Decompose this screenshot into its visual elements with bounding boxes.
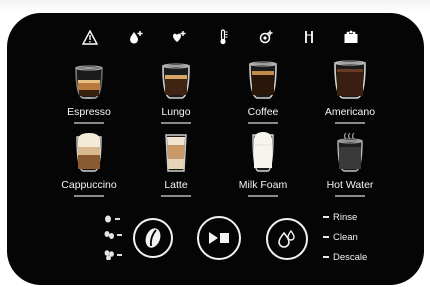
grounds-container-icon [340,26,362,48]
strength-dash [117,234,122,236]
drink-underline [335,122,365,124]
strength-button[interactable] [133,218,173,258]
water-refill-icon [125,26,147,48]
drink-underline [161,195,191,197]
option-dash [323,236,329,238]
option-rinse[interactable]: Rinse [323,211,357,223]
strength-level-3 [104,250,122,260]
option-label: Clean [333,231,358,243]
strength-level-1 [104,214,120,224]
drink-label: Lungo [161,106,191,118]
drink-milk-foam[interactable]: Milk Foam [218,132,308,203]
drink-label: Coffee [247,106,279,118]
lungo-icon [152,60,200,100]
option-dash [323,216,329,218]
strength-level-2 [104,230,122,240]
maintenance-button[interactable] [266,218,308,260]
cleaning-icon [255,26,277,48]
bean-refill-icon [168,26,190,48]
drink-americano[interactable]: Americano [305,60,395,130]
coffee-icon [239,60,287,100]
drink-label: Espresso [67,106,111,118]
drink-label: Hot Water [326,179,374,191]
drink-cappuccino[interactable]: Cappuccino [44,133,134,203]
bean-dots-icon [104,250,114,260]
option-dash [323,256,329,258]
drink-coffee[interactable]: Coffee [218,60,308,130]
drink-underline [74,195,104,197]
drink-espresso[interactable]: Espresso [44,60,134,130]
control-panel: Espresso Lungo Coffee Americano Cappucci… [7,13,424,285]
drink-lungo[interactable]: Lungo [131,60,221,130]
drink-label: Cappuccino [61,179,117,191]
start-stop-button[interactable] [197,216,241,260]
warning-icon [79,26,101,48]
drink-label: Latte [164,179,188,191]
drink-underline [161,122,191,124]
option-label: Descale [333,251,368,263]
milk-foam-icon [239,132,287,173]
drink-label: Milk Foam [238,179,288,191]
cappuccino-icon [65,133,113,173]
drink-hot-water[interactable]: Hot Water [305,132,395,203]
espresso-icon [65,60,113,100]
hot-water-icon [326,132,374,173]
drink-underline [335,195,365,197]
option-descale[interactable]: Descale [323,251,367,263]
temperature-icon [212,26,234,48]
bean-dots-icon [104,231,114,239]
top-fade [0,0,430,14]
drink-latte[interactable]: Latte [131,133,221,203]
drink-underline [248,122,278,124]
americano-icon [326,60,374,100]
strength-dash [115,218,120,220]
drink-label: Americano [324,106,376,118]
water-drops-icon [278,230,295,248]
drink-underline [248,195,278,197]
coffee-bean-icon [145,228,161,248]
option-label: Rinse [333,211,358,223]
play-stop-icon [209,232,229,244]
drink-underline [74,122,104,124]
option-clean[interactable]: Clean [323,231,358,243]
strength-dash [117,254,122,256]
milk-pipe-icon [298,26,320,48]
latte-icon [152,133,200,173]
status-icon-row [7,26,424,50]
bean-dot-icon [105,215,111,223]
